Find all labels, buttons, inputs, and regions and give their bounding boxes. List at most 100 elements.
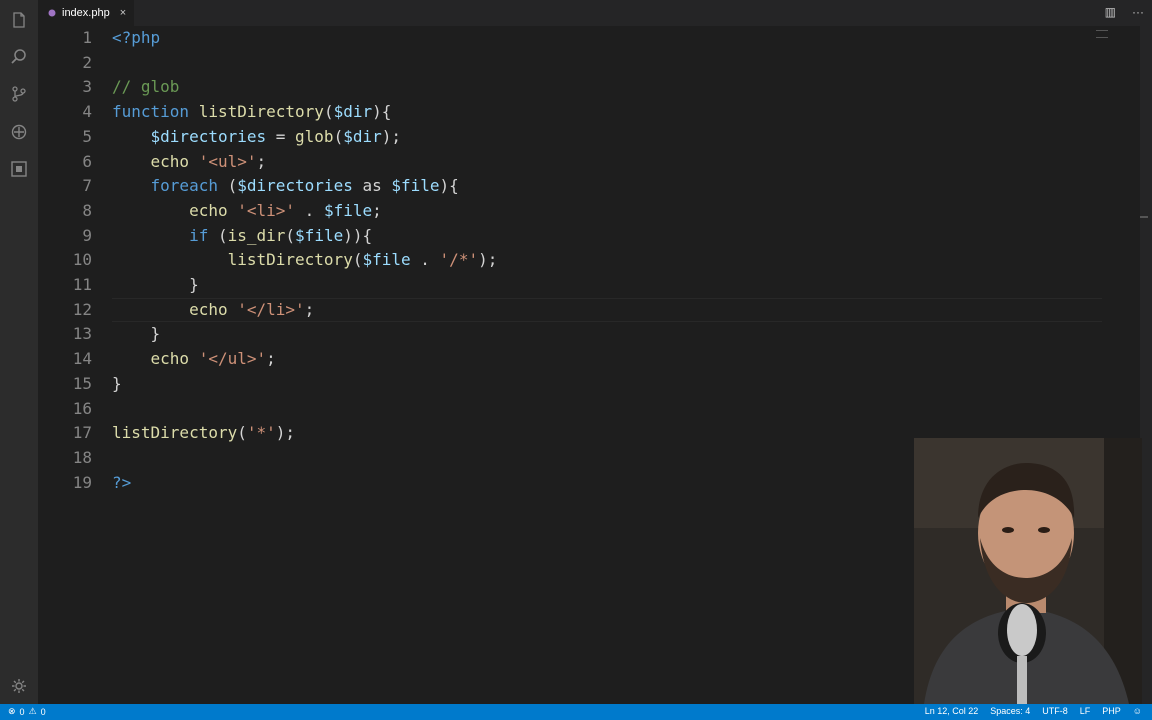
code-token: )){ [343,225,373,245]
debug-icon[interactable] [9,122,29,142]
line-number: 4 [82,102,92,122]
code-token: echo [150,349,199,369]
code-token: $directories [150,126,267,146]
tab-bar: index.php × ▥ ··· [38,0,1152,26]
split-editor-icon[interactable]: ▥ [1105,5,1116,19]
settings-gear-icon[interactable] [9,676,29,696]
code-token: ; [266,349,276,369]
line-code: foreach ($directories as $file){ [112,174,459,198]
line-number: 9 [82,225,92,245]
code-token: <?php [112,28,161,47]
code-token: ); [275,423,296,443]
line-number: 8 [82,200,92,220]
code-line[interactable]: 11 } [38,273,1138,297]
more-actions-icon[interactable]: ··· [1132,5,1144,19]
cursor-position[interactable]: Ln 12, Col 22 [925,706,979,716]
code-token: $file [391,176,440,196]
code-token: function [112,102,199,122]
line-number: 18 [72,447,92,467]
line-number: 11 [72,275,92,294]
extensions-icon[interactable] [9,159,29,179]
code-token: '</ul>' [198,349,267,369]
line-code: listDirectory('*'); [112,421,295,445]
error-count: 0 [19,706,25,717]
line-code: ?> [112,471,131,495]
code-line[interactable]: 16 [38,397,1138,421]
warning-icon: ⚠ [28,706,37,716]
code-token: ( [285,225,296,245]
line-code: listDirectory($file . '/*'); [112,248,498,272]
line-code: echo '</ul>'; [112,347,276,371]
code-line[interactable]: 10 listDirectory($file . '/*'); [38,248,1138,272]
code-line[interactable]: 8 echo '<li>' . $file; [38,199,1138,223]
feedback-icon[interactable]: ☺ [1133,706,1142,716]
close-icon[interactable]: × [120,7,126,19]
code-token: } [112,275,199,294]
code-line[interactable]: 12 echo '</li>'; [38,298,1138,322]
code-token: echo [189,200,238,220]
line-number: 16 [72,398,92,418]
code-line[interactable]: 13 } [38,322,1138,346]
line-number: 19 [72,472,92,492]
search-icon[interactable] [9,47,29,67]
code-line[interactable]: 2 [38,51,1138,75]
code-token: $file [295,225,344,245]
code-token: $dir [333,102,373,122]
code-line[interactable]: 3 // glob [38,75,1138,99]
code-token: ( [227,176,238,196]
line-code: } [112,322,161,346]
line-code: } [112,372,122,396]
code-line[interactable]: 6 echo '<ul>'; [38,150,1138,174]
line-number: 7 [82,176,92,196]
code-token: is_dir [227,225,286,245]
line-number: 2 [82,52,92,72]
status-bar: ⊗ 0 ⚠ 0 Ln 12, Col 22 Spaces: 4 UTF-8 LF… [0,704,1152,720]
line-ending[interactable]: LF [1080,706,1091,716]
code-line[interactable]: 1 <?php [38,26,1138,50]
code-token: $file [362,250,411,270]
code-line[interactable]: 4 function listDirectory($dir){ [38,100,1138,124]
line-code: // glob [112,75,179,99]
encoding[interactable]: UTF-8 [1042,706,1068,716]
line-number: 14 [72,349,92,369]
code-token: ; [372,200,382,220]
line-number: 1 [82,28,92,47]
error-icon: ⊗ [8,706,16,716]
code-token: ){ [372,102,392,122]
code-token: } [112,373,122,393]
tab-index-php[interactable]: index.php × [38,0,134,26]
presenter-video-image [914,438,1142,704]
code-line[interactable]: 5 $directories = glob($dir); [38,125,1138,149]
code-token: '<li>' [237,200,296,220]
code-line[interactable]: 15} [38,372,1138,396]
line-code: <?php [112,26,160,50]
source-control-icon[interactable] [9,84,29,104]
code-token: $directories [237,176,353,196]
activity-bar [0,0,38,704]
php-file-icon [48,9,56,17]
code-line[interactable]: 9 if (is_dir($file)){ [38,224,1138,248]
code-token: } [112,324,161,344]
code-token: $file [323,200,373,220]
code-line[interactable]: 7 foreach ($directories as $file){ [38,174,1138,198]
code-token: ?> [112,472,132,492]
line-number: 6 [82,151,92,171]
code-line[interactable]: 14 echo '</ul>'; [38,347,1138,371]
line-number: 17 [72,423,92,443]
line-number: 3 [82,77,92,97]
problems-indicator[interactable]: ⊗ 0 ⚠ 0 [8,706,46,717]
explorer-icon[interactable] [9,10,29,30]
line-code: function listDirectory($dir){ [112,100,391,124]
language-mode[interactable]: PHP [1102,706,1121,716]
line-number: 15 [72,373,92,393]
code-token: if [189,225,218,245]
indentation[interactable]: Spaces: 4 [990,706,1030,716]
code-token: ( [323,102,334,122]
code-token: glob [295,126,334,146]
code-token: echo [189,299,238,319]
